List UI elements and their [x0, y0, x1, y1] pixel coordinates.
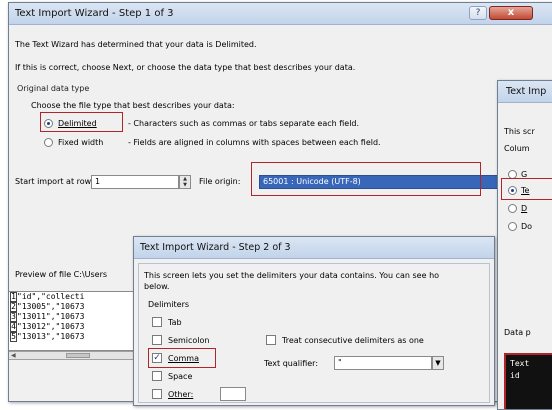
preview-line: 5"13013","10673 [9, 332, 136, 342]
space-label[interactable]: Space [168, 372, 192, 381]
semicolon-label[interactable]: Semicolon [168, 336, 210, 345]
step3-text-highlight-box [501, 178, 552, 200]
delimited-highlight-box [40, 112, 123, 132]
step3-preview-pane[interactable]: Text id [504, 353, 552, 409]
start-row-input[interactable]: 1 [91, 175, 179, 189]
close-x-icon[interactable]: x [489, 6, 533, 20]
file-origin-highlight-box [251, 162, 481, 196]
text-qualifier-label: Text qualifier: [264, 359, 319, 368]
tab-checkbox[interactable] [152, 317, 162, 327]
fixed-width-label[interactable]: Fixed width [58, 138, 103, 147]
scroll-thumb[interactable] [66, 353, 90, 358]
preview-line-number: 3 [10, 312, 17, 322]
delimiters-group-label: Delimiters [148, 300, 190, 309]
preview-pane[interactable]: 1"id","collecti 2"13005","10673 3"13011","… [9, 291, 137, 351]
step2-body-border [138, 263, 490, 403]
step3-titlebar: Text Imp [498, 81, 552, 103]
preview-line-text: "13011","10673 [17, 312, 85, 321]
preview-line: 1"id","collecti [9, 292, 136, 302]
step3-preview-header: Text [510, 359, 530, 368]
step3-option-skip-label[interactable]: Do [521, 222, 532, 231]
step3-dialog: Text Imp This scr Colum G Te D Do Data p… [497, 80, 552, 410]
step3-group-label: Colum [504, 144, 530, 153]
step2-titlebar: Text Import Wizard - Step 2 of 3 [134, 237, 494, 259]
preview-scrollbar[interactable]: ◀ [9, 351, 137, 360]
other-delimiter-input[interactable] [220, 387, 246, 401]
step3-preview-row: id [510, 371, 520, 380]
step3-radio-date-icon[interactable] [508, 204, 517, 213]
qualifier-dropdown-icon[interactable]: ▼ [432, 356, 444, 370]
fixed-width-description: - Fields are aligned in columns with spa… [128, 138, 381, 147]
file-origin-label: File origin: [199, 177, 241, 186]
preview-line-text: "13005","10673 [17, 302, 85, 311]
scroll-left-icon[interactable]: ◀ [11, 352, 16, 359]
step3-title: Text Imp [506, 86, 547, 97]
preview-line-text: "13012","10673 [17, 322, 85, 331]
start-row-spinner[interactable]: ▲ ▼ [179, 175, 191, 189]
space-checkbox[interactable] [152, 371, 162, 381]
other-checkbox[interactable] [152, 389, 162, 399]
step3-intro: This scr [504, 127, 535, 136]
spin-down-icon[interactable]: ▼ [180, 182, 190, 188]
start-row-label: Start import at row: [15, 177, 94, 186]
preview-line-number: 1 [10, 292, 17, 302]
consecutive-checkbox[interactable] [266, 335, 276, 345]
help-question-icon[interactable]: ? [469, 6, 487, 20]
preview-lines: 1"id","collecti 2"13005","10673 3"13011","… [9, 292, 136, 342]
preview-label: Preview of file C:\Users [15, 270, 108, 279]
preview-line-text: "13013","10673 [17, 332, 85, 341]
step2-intro-2: below. [144, 282, 170, 291]
preview-line-number: 4 [10, 322, 17, 332]
step1-group-label: Original data type [17, 84, 90, 93]
comma-highlight-box [148, 348, 216, 368]
other-label[interactable]: Other: [168, 390, 193, 399]
step3-radio-skip-icon[interactable] [508, 222, 517, 231]
step3-option-date-label[interactable]: D [521, 204, 527, 213]
fixed-width-radio-icon[interactable] [44, 138, 53, 147]
step2-title: Text Import Wizard - Step 2 of 3 [140, 242, 291, 253]
step2-dialog: Text Import Wizard - Step 2 of 3 This sc… [133, 236, 495, 406]
step1-intro-2: If this is correct, choose Next, or choo… [15, 63, 356, 72]
step3-data-preview-label: Data p [504, 328, 531, 337]
text-qualifier-select[interactable]: " [334, 356, 432, 370]
step2-intro-1: This screen lets you set the delimiters … [144, 271, 440, 280]
preview-line-number: 2 [10, 302, 17, 312]
delimited-description: - Characters such as commas or tabs sepa… [128, 119, 360, 128]
preview-line: 2"13005","10673 [9, 302, 136, 312]
step1-title: Text Import Wizard - Step 1 of 3 [15, 8, 174, 19]
tab-label[interactable]: Tab [168, 318, 182, 327]
preview-line-number: 5 [10, 332, 17, 342]
preview-line: 3"13011","10673 [9, 312, 136, 322]
preview-line-text: "id","collecti [17, 292, 85, 301]
consecutive-label[interactable]: Treat consecutive delimiters as one [282, 336, 424, 345]
step1-choose-label: Choose the file type that best describes… [31, 101, 235, 110]
semicolon-checkbox[interactable] [152, 335, 162, 345]
step1-intro-1: The Text Wizard has determined that your… [15, 40, 257, 49]
preview-line: 4"13012","10673 [9, 322, 136, 332]
